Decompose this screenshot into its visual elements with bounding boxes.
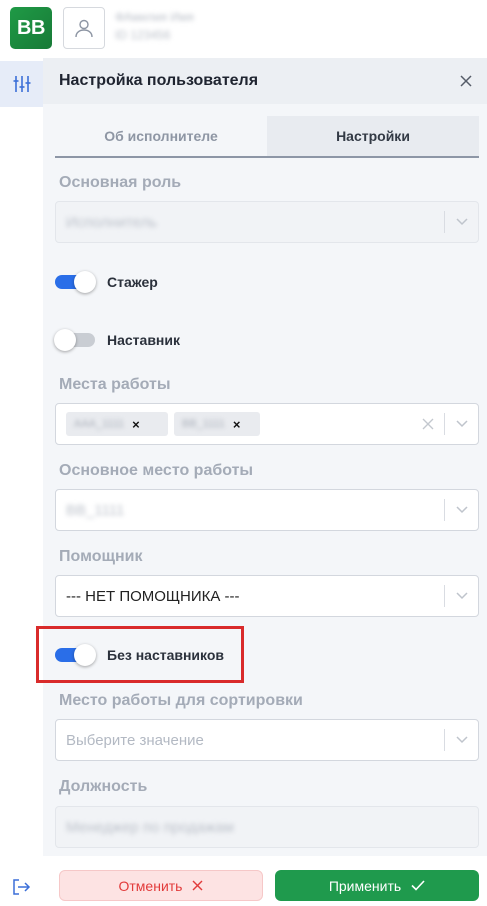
main-role-value: Исполнитель: [66, 214, 157, 231]
divider: [444, 413, 445, 435]
divider: [444, 211, 445, 233]
divider: [444, 499, 445, 521]
check-icon: [411, 880, 425, 891]
main-role-label: Основная роль: [59, 174, 182, 191]
chevron-down-icon: [453, 213, 471, 231]
bb-logo[interactable]: BB: [10, 7, 52, 49]
mentor-toggle-row: Наставник: [54, 328, 181, 352]
position-label: Должность: [59, 778, 148, 795]
logout-icon[interactable]: [8, 874, 34, 900]
close-icon[interactable]: [455, 70, 477, 92]
chip-remove-icon[interactable]: ×: [233, 417, 241, 432]
chip-text: ВВ_1111: [182, 418, 225, 430]
user-settings-panel: Настройка пользователя Об исполнителе На…: [43, 58, 487, 906]
workplace-chip: ВВ_1111 ×: [174, 412, 260, 436]
apply-label: Применить: [328, 877, 402, 894]
main-workplace-label: Основное место работы: [59, 462, 254, 479]
panel-header: Настройка пользователя: [43, 58, 487, 104]
intern-toggle[interactable]: [55, 271, 96, 293]
cancel-label: Отменить: [118, 877, 183, 894]
user-id: ID 123456: [115, 28, 171, 42]
main-workplace-value: ВВ_1111: [66, 502, 125, 519]
clear-icon[interactable]: [420, 416, 436, 432]
tab-settings[interactable]: Настройки: [267, 116, 479, 156]
sort-workplace-label: Место работы для сортировки: [59, 692, 303, 709]
top-bar: BB ФАмилия Имя ID 123456: [0, 0, 487, 58]
assistant-select[interactable]: --- НЕТ ПОМОЩНИКА ---: [55, 575, 479, 617]
user-name: ФАмилия Имя: [115, 10, 194, 24]
tabs: Об исполнителе Настройки: [55, 116, 479, 158]
position-value: Менеджер по продажам: [66, 819, 234, 836]
mentor-toggle[interactable]: [54, 329, 95, 351]
user-icon[interactable]: [63, 7, 105, 49]
chip-remove-icon[interactable]: ×: [132, 417, 140, 432]
apply-button[interactable]: Применить: [275, 870, 479, 901]
tab-about[interactable]: Об исполнителе: [55, 116, 267, 156]
workplaces-select[interactable]: ААА_1111 × ВВ_1111 ×: [55, 403, 479, 445]
chevron-down-icon[interactable]: [453, 501, 471, 519]
main-workplace-select[interactable]: ВВ_1111: [55, 489, 479, 531]
left-rail: [0, 58, 43, 906]
mentor-label: Наставник: [107, 332, 181, 348]
chevron-down-icon[interactable]: [453, 587, 471, 605]
workplace-chip: ААА_1111 ×: [66, 412, 168, 436]
main-role-select: Исполнитель: [55, 201, 479, 243]
highlight-box: [36, 626, 244, 683]
assistant-label: Помощник: [59, 548, 143, 565]
workplaces-label: Места работы: [59, 376, 171, 393]
divider: [444, 585, 445, 607]
assistant-value: --- НЕТ ПОМОЩНИКА ---: [66, 588, 240, 605]
chevron-down-icon[interactable]: [453, 415, 471, 433]
x-icon: [192, 880, 203, 891]
chevron-down-icon[interactable]: [453, 731, 471, 749]
position-field: Менеджер по продажам: [55, 806, 479, 848]
cancel-button[interactable]: Отменить: [59, 870, 263, 901]
footer-bar: Отменить Применить: [43, 856, 487, 906]
sort-workplace-select[interactable]: Выберите значение: [55, 719, 479, 761]
chip-text: ААА_1111: [74, 418, 125, 430]
divider: [444, 729, 445, 751]
sliders-icon[interactable]: [0, 61, 43, 107]
intern-toggle-row: Стажер: [55, 270, 158, 294]
intern-label: Стажер: [107, 274, 158, 290]
panel-title: Настройка пользователя: [59, 72, 259, 89]
sort-workplace-placeholder: Выберите значение: [66, 732, 204, 749]
